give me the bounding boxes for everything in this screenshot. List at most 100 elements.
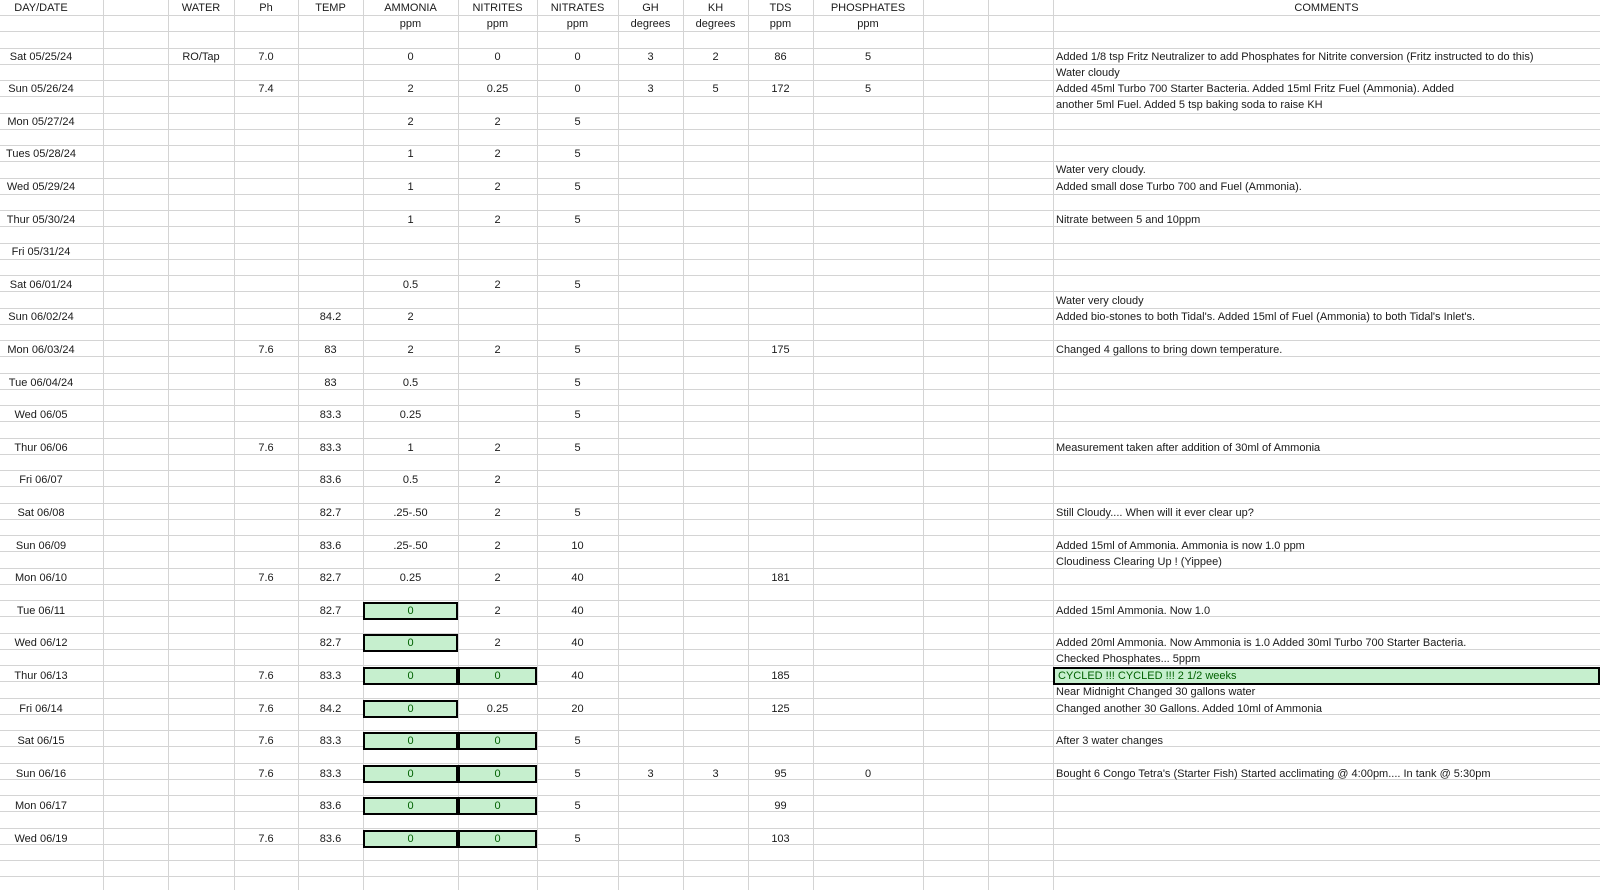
cell-nitrates[interactable]: 40 <box>537 668 618 684</box>
cell-date[interactable]: Mon 06/03/24 <box>0 342 82 358</box>
cell-nitrites[interactable]: 0 <box>458 667 537 685</box>
cell-nitrates[interactable]: 5 <box>537 766 618 782</box>
cell-nitrites[interactable]: 2 <box>458 570 537 586</box>
cell-nitrites[interactable]: 2 <box>458 505 537 521</box>
cell-tds[interactable]: 95 <box>748 766 813 782</box>
cell-nitrites[interactable]: 2 <box>458 603 537 619</box>
cell-tds[interactable]: 99 <box>748 798 813 814</box>
header-gh[interactable]: GH <box>618 0 683 16</box>
cell-date[interactable]: Fri 05/31/24 <box>0 244 82 260</box>
cell-water[interactable]: RO/Tap <box>168 49 234 65</box>
cell-gh[interactable]: 3 <box>618 81 683 97</box>
cell-nitrates[interactable]: 5 <box>537 831 618 847</box>
cell-nitrates[interactable]: 5 <box>537 440 618 456</box>
cell-ammonia[interactable]: 0.5 <box>363 375 458 391</box>
cell-nitrates[interactable]: 5 <box>537 375 618 391</box>
cell-nitrates[interactable]: 40 <box>537 570 618 586</box>
cell-kh[interactable]: 2 <box>683 49 748 65</box>
cell-ammonia[interactable]: 0 <box>363 602 458 620</box>
cell-ph[interactable]: 7.0 <box>234 49 298 65</box>
comment-cell[interactable]: Added small dose Turbo 700 and Fuel (Amm… <box>1053 179 1600 195</box>
cell-nitrites[interactable]: 0 <box>458 830 537 848</box>
cell-nitrites[interactable]: 2 <box>458 212 537 228</box>
header-ph[interactable]: Ph <box>234 0 298 16</box>
cell-temp[interactable]: 83.3 <box>298 407 363 423</box>
cell-nitrites[interactable]: 0 <box>458 765 537 783</box>
header-temp[interactable]: TEMP <box>298 0 363 16</box>
cell-ph[interactable]: 7.4 <box>234 81 298 97</box>
comment-cell[interactable]: Water very cloudy. <box>1053 162 1600 178</box>
cell-phosphates[interactable]: 5 <box>813 81 923 97</box>
cell-nitrates[interactable]: 5 <box>537 146 618 162</box>
cell-nitrites[interactable]: 2 <box>458 342 537 358</box>
cell-temp[interactable]: 83 <box>298 375 363 391</box>
cell-ph[interactable]: 7.6 <box>234 440 298 456</box>
cell-ammonia[interactable]: 0.5 <box>363 472 458 488</box>
cell-ammonia[interactable]: 0.5 <box>363 277 458 293</box>
comment-cell[interactable]: Checked Phosphates... 5ppm <box>1053 651 1600 667</box>
cell-nitrites[interactable]: 2 <box>458 114 537 130</box>
cell-temp[interactable]: 82.7 <box>298 603 363 619</box>
comment-cell[interactable]: Cloudiness Clearing Up ! (Yippee) <box>1053 554 1600 570</box>
cell-temp[interactable]: 83.3 <box>298 733 363 749</box>
header-day-date[interactable]: DAY/DATE <box>0 0 82 16</box>
comment-cell[interactable]: Water cloudy <box>1053 65 1600 81</box>
cell-ph[interactable]: 7.6 <box>234 701 298 717</box>
comment-cell[interactable]: Added 15ml of Ammonia. Ammonia is now 1.… <box>1053 538 1600 554</box>
cell-tds[interactable]: 181 <box>748 570 813 586</box>
comment-cell[interactable]: Added bio-stones to both Tidal's. Added … <box>1053 309 1600 325</box>
cell-nitrites[interactable]: 0.25 <box>458 81 537 97</box>
cell-ammonia[interactable]: 0 <box>363 797 458 815</box>
cell-ammonia[interactable]: 2 <box>363 309 458 325</box>
cell-date[interactable]: Thur 06/06 <box>0 440 82 456</box>
cell-nitrites[interactable]: 0 <box>458 49 537 65</box>
cell-date[interactable]: Mon 06/10 <box>0 570 82 586</box>
header-tds[interactable]: TDS <box>748 0 813 16</box>
cell-nitrates[interactable]: 5 <box>537 114 618 130</box>
cell-date[interactable]: Sat 05/25/24 <box>0 49 82 65</box>
unit-phosphates[interactable]: ppm <box>813 16 923 32</box>
cell-phosphates[interactable]: 5 <box>813 49 923 65</box>
cell-ph[interactable]: 7.6 <box>234 733 298 749</box>
cell-ph[interactable]: 7.6 <box>234 766 298 782</box>
comment-cell[interactable]: After 3 water changes <box>1053 733 1600 749</box>
cell-temp[interactable]: 83.6 <box>298 538 363 554</box>
cell-nitrates[interactable]: 5 <box>537 277 618 293</box>
comment-cell[interactable]: Bought 6 Congo Tetra's (Starter Fish) St… <box>1053 766 1600 782</box>
cell-date[interactable]: Mon 06/17 <box>0 798 82 814</box>
cell-temp[interactable]: 83.6 <box>298 798 363 814</box>
cell-nitrites[interactable]: 0.25 <box>458 701 537 717</box>
cell-kh[interactable]: 3 <box>683 766 748 782</box>
cell-ammonia[interactable]: 0 <box>363 634 458 652</box>
cell-date[interactable]: Wed 06/12 <box>0 635 82 651</box>
cell-date[interactable]: Wed 06/19 <box>0 831 82 847</box>
cell-nitrites[interactable]: 2 <box>458 472 537 488</box>
comment-cell[interactable]: Added 1/8 tsp Fritz Neutralizer to add P… <box>1053 49 1600 65</box>
cell-nitrites[interactable]: 2 <box>458 538 537 554</box>
cell-tds[interactable]: 175 <box>748 342 813 358</box>
cell-date[interactable]: Fri 06/14 <box>0 701 82 717</box>
cell-nitrates[interactable]: 5 <box>537 798 618 814</box>
unit-nitrites[interactable]: ppm <box>458 16 537 32</box>
unit-kh[interactable]: degrees <box>683 16 748 32</box>
cell-date[interactable]: Tue 06/11 <box>0 603 82 619</box>
comment-cell[interactable]: Still Cloudy.... When will it ever clear… <box>1053 505 1600 521</box>
header-water[interactable]: WATER <box>168 0 234 16</box>
header-comments[interactable]: COMMENTS <box>1053 0 1600 16</box>
header-nitrates[interactable]: NITRATES <box>537 0 618 16</box>
cell-ammonia[interactable]: 2 <box>363 114 458 130</box>
cell-date[interactable]: Sun 06/16 <box>0 766 82 782</box>
cell-date[interactable]: Sun 06/09 <box>0 538 82 554</box>
cell-tds[interactable]: 185 <box>748 668 813 684</box>
unit-gh[interactable]: degrees <box>618 16 683 32</box>
comment-cell[interactable]: Nitrate between 5 and 10ppm <box>1053 212 1600 228</box>
cell-ammonia[interactable]: 2 <box>363 81 458 97</box>
comment-cell[interactable]: Added 45ml Turbo 700 Starter Bacteria. A… <box>1053 81 1600 97</box>
cell-nitrates[interactable]: 5 <box>537 505 618 521</box>
cell-tds[interactable]: 86 <box>748 49 813 65</box>
cell-nitrites[interactable]: 2 <box>458 179 537 195</box>
cell-nitrates[interactable]: 5 <box>537 407 618 423</box>
cell-ph[interactable]: 7.6 <box>234 668 298 684</box>
cell-ammonia[interactable]: 1 <box>363 212 458 228</box>
cell-ammonia[interactable]: 0 <box>363 49 458 65</box>
